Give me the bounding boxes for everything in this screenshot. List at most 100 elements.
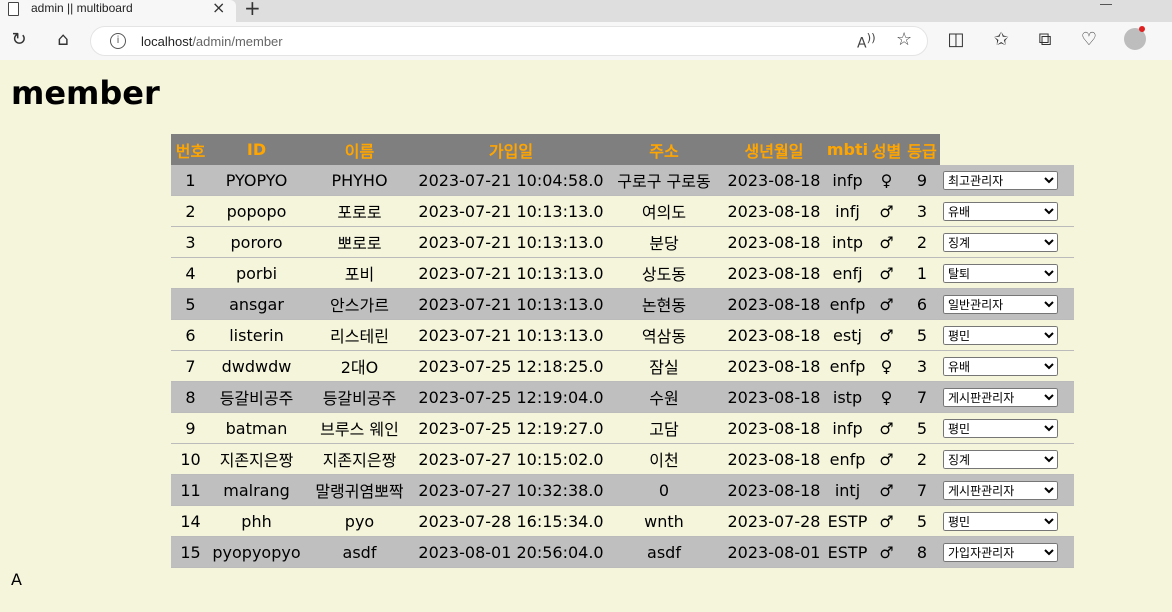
cell-id: phh — [210, 505, 303, 537]
address-bar[interactable]: i localhost/admin/member A)) ☆ — [90, 26, 928, 56]
tab-title: admin || multiboard — [31, 1, 133, 15]
cell-joined: 2023-07-27 10:15:02.0 — [416, 443, 606, 475]
cell-mbti: istp — [826, 381, 869, 413]
cell-name: 포비 — [303, 257, 416, 289]
cell-grade: 평민 — [940, 319, 1074, 351]
cell-gender: ♂ — [869, 257, 904, 289]
grade-select[interactable]: 평민 — [943, 326, 1058, 346]
grade-select[interactable]: 평민 — [943, 512, 1058, 532]
favorite-star-icon[interactable]: ☆ — [896, 29, 912, 50]
cell-address: 0 — [606, 474, 722, 506]
grade-select[interactable]: 평민 — [943, 419, 1058, 439]
grade-select[interactable]: 게시판관리자 — [943, 481, 1058, 501]
cell-no: 5 — [171, 288, 210, 320]
cell-level: 2 — [904, 443, 940, 475]
cell-no: 15 — [171, 536, 210, 568]
member-table: 번호 ID 이름 가입일 주소 생년월일 mbti 성별 등급 1 PYOPYO P… — [171, 134, 1074, 568]
cell-address: 잠실 — [606, 350, 722, 382]
browser-toolbar: ↻ ⌂ i localhost/admin/member A)) ☆ ◫ ✩ ⧉… — [0, 22, 1172, 60]
cell-address: wnth — [606, 505, 722, 537]
cell-joined: 2023-07-27 10:32:38.0 — [416, 474, 606, 506]
cell-level: 3 — [904, 195, 940, 227]
new-tab-icon[interactable]: + — [244, 0, 261, 20]
favorites-icon[interactable]: ✩ — [990, 29, 1012, 51]
cell-id: ansgar — [210, 288, 303, 320]
cell-address: asdf — [606, 536, 722, 568]
site-info-icon[interactable]: i — [110, 33, 126, 49]
browser-essentials-icon[interactable]: ♡ — [1078, 29, 1100, 51]
cell-joined: 2023-07-25 12:18:25.0 — [416, 350, 606, 382]
cell-id: pororo — [210, 226, 303, 258]
cell-birth: 2023-08-18 — [722, 257, 826, 289]
footer-text: A — [11, 570, 22, 589]
cell-birth: 2023-08-18 — [722, 319, 826, 351]
grade-select[interactable]: 탈퇴 — [943, 264, 1058, 284]
grade-select[interactable]: 유배 — [943, 357, 1058, 377]
grade-select[interactable]: 징계 — [943, 233, 1058, 253]
header-joined: 가입일 — [416, 134, 606, 165]
cell-level: 5 — [904, 505, 940, 537]
cell-mbti: infp — [826, 412, 869, 444]
grade-select[interactable]: 게시판관리자 — [943, 388, 1058, 408]
cell-no: 4 — [171, 257, 210, 289]
cell-joined: 2023-07-21 10:13:13.0 — [416, 195, 606, 227]
cell-id: dwdwdw — [210, 350, 303, 382]
cell-name: 등갈비공주 — [303, 381, 416, 413]
cell-joined: 2023-07-21 10:13:13.0 — [416, 288, 606, 320]
grade-select[interactable]: 징계 — [943, 450, 1058, 470]
cell-name: pyo — [303, 505, 416, 537]
cell-mbti: infp — [826, 165, 869, 196]
table-row: 2 popopo 포로로 2023-07-21 10:13:13.0 여의도 2023-0… — [171, 195, 1074, 227]
close-tab-icon[interactable]: × — [212, 0, 225, 17]
cell-joined: 2023-07-21 10:04:58.0 — [416, 165, 606, 196]
cell-joined: 2023-07-25 12:19:27.0 — [416, 412, 606, 444]
cell-joined: 2023-07-28 16:15:34.0 — [416, 505, 606, 537]
cell-address: 역삼동 — [606, 319, 722, 351]
cell-gender: ♀ — [869, 350, 904, 382]
cell-birth: 2023-08-18 — [722, 443, 826, 475]
cell-birth: 2023-08-18 — [722, 288, 826, 320]
grade-select[interactable]: 일반관리자 — [943, 295, 1058, 315]
table-row: 9 batman 브루스 웨인 2023-07-25 12:19:27.0 고담 2023… — [171, 412, 1074, 444]
cell-grade: 평민 — [940, 505, 1074, 537]
grade-select[interactable]: 가입자관리자 — [943, 543, 1058, 563]
cell-address: 논현동 — [606, 288, 722, 320]
table-row: 4 porbi 포비 2023-07-21 10:13:13.0 상도동 2023-08-… — [171, 257, 1074, 289]
cell-gender: ♂ — [869, 474, 904, 506]
grade-select[interactable]: 유배 — [943, 202, 1058, 222]
cell-address: 구로구 구로동 — [606, 165, 722, 196]
cell-id: porbi — [210, 257, 303, 289]
read-aloud-icon[interactable]: A)) — [857, 31, 876, 52]
document-icon — [8, 2, 19, 16]
cell-gender: ♂ — [869, 505, 904, 537]
cell-gender: ♂ — [869, 226, 904, 258]
cell-level: 7 — [904, 474, 940, 506]
table-row: 7 dwdwdw 2대O 2023-07-25 12:18:25.0 잠실 2023-08… — [171, 350, 1074, 382]
grade-select[interactable]: 최고관리자 — [943, 171, 1058, 191]
cell-mbti: estj — [826, 319, 869, 351]
url-text[interactable]: localhost/admin/member — [141, 34, 283, 49]
home-icon[interactable]: ⌂ — [52, 29, 74, 51]
minimize-icon[interactable] — [1100, 4, 1112, 5]
cell-no: 7 — [171, 350, 210, 382]
cell-grade: 가입자관리자 — [940, 536, 1074, 568]
cell-mbti: enfj — [826, 257, 869, 289]
table-row: 14 phh pyo 2023-07-28 16:15:34.0 wnth 2023-07… — [171, 505, 1074, 537]
cell-id: PYOPYO — [210, 165, 303, 196]
cell-birth: 2023-08-01 — [722, 536, 826, 568]
cell-level: 8 — [904, 536, 940, 568]
cell-level: 7 — [904, 381, 940, 413]
cell-grade: 유배 — [940, 350, 1074, 382]
table-row: 8 등갈비공주 등갈비공주 2023-07-25 12:19:04.0 수원 2023-0… — [171, 381, 1074, 413]
profile-avatar[interactable] — [1124, 26, 1146, 50]
cell-level: 3 — [904, 350, 940, 382]
browser-tab[interactable]: admin || multiboard × — [0, 0, 236, 22]
cell-id: 등갈비공주 — [210, 381, 303, 413]
cell-grade: 평민 — [940, 412, 1074, 444]
collections-icon[interactable]: ⧉ — [1034, 29, 1056, 51]
split-screen-icon[interactable]: ◫ — [945, 29, 967, 51]
reload-icon[interactable]: ↻ — [8, 29, 30, 51]
url-path: /admin/member — [192, 34, 283, 49]
header-birthdate: 생년월일 — [722, 134, 826, 165]
cell-no: 10 — [171, 443, 210, 475]
